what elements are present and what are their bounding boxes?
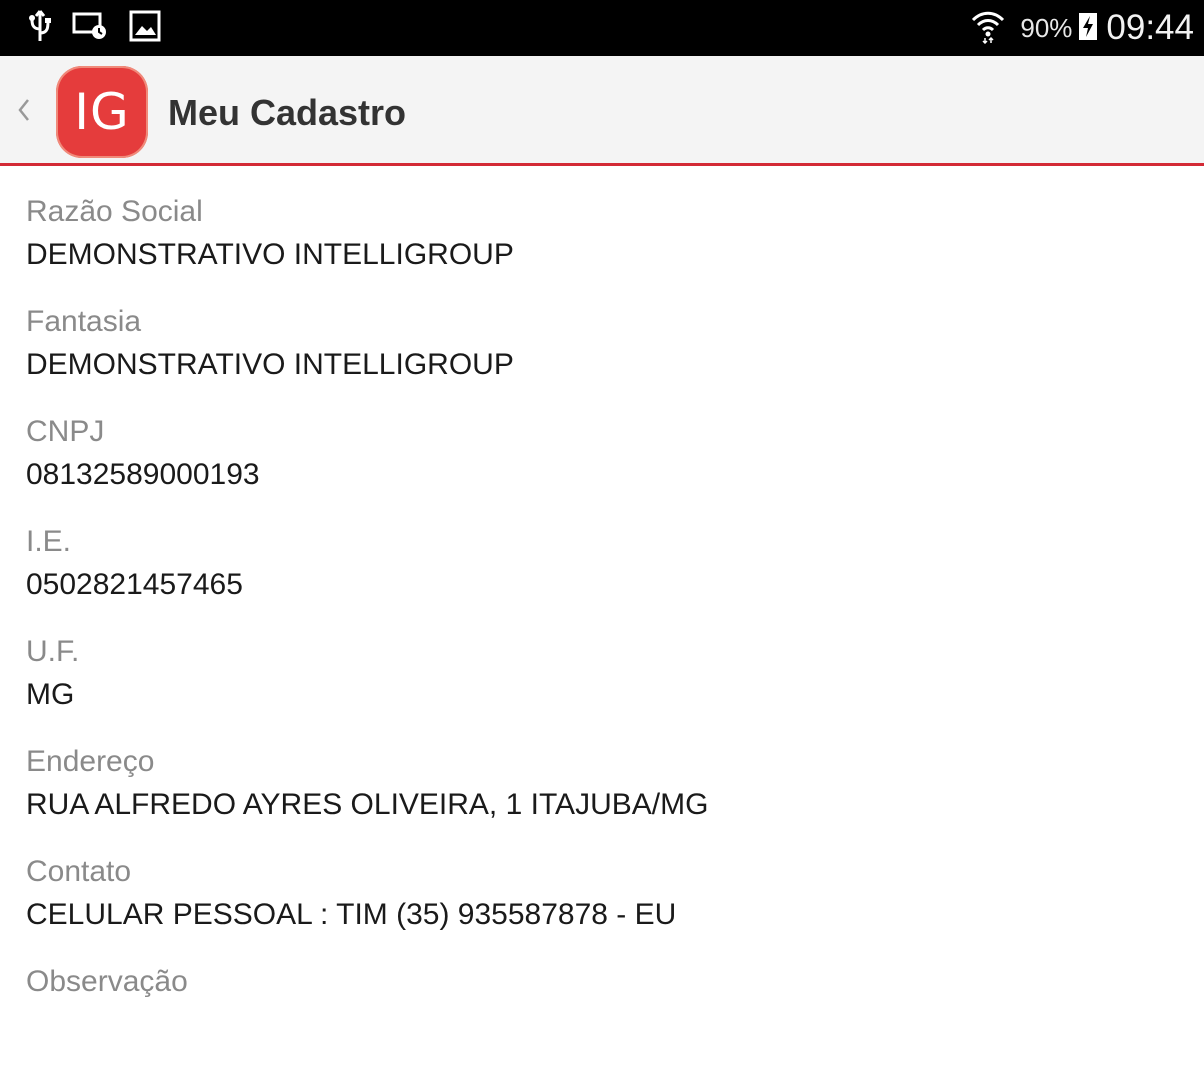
field-value: 08132589000193	[26, 458, 260, 491]
field-uf: U.F. MG	[26, 632, 1186, 742]
field-endereco: Endereço RUA ALFREDO AYRES OLIVEIRA, 1 I…	[26, 742, 1186, 852]
field-label: Fantasia	[26, 305, 142, 338]
status-notification-icons	[28, 9, 162, 48]
field-value: DEMONSTRATIVO INTELLIGROUP	[26, 238, 514, 271]
status-bar: 90% 09:44	[0, 0, 1204, 56]
usb-icon	[28, 9, 52, 48]
field-contato: Contato CELULAR PESSOAL : TIM (35) 93558…	[26, 852, 1186, 962]
wifi-icon	[970, 8, 1006, 49]
action-bar: IG Meu Cadastro	[0, 56, 1204, 166]
field-fantasia: Fantasia DEMONSTRATIVO INTELLIGROUP	[26, 302, 1186, 412]
field-label: Contato	[26, 855, 132, 888]
field-razao-social: Razão Social DEMONSTRATIVO INTELLIGROUP	[26, 192, 1186, 302]
chevron-left-icon[interactable]	[12, 92, 36, 128]
field-label: U.F.	[26, 635, 80, 668]
registration-details: Razão Social DEMONSTRATIVO INTELLIGROUP …	[26, 192, 1186, 1072]
field-label: CNPJ	[26, 415, 105, 448]
image-icon	[128, 9, 162, 48]
battery-charging-icon	[1078, 11, 1098, 46]
clock: 09:44	[1106, 8, 1194, 47]
app-logo-text: IG	[74, 83, 130, 141]
field-label: I.E.	[26, 525, 72, 558]
field-value	[26, 1002, 1186, 1048]
field-cnpj: CNPJ 08132589000193	[26, 412, 1186, 522]
field-label: Endereço	[26, 745, 155, 778]
field-ie: I.E. 0502821457465	[26, 522, 1186, 632]
app-logo[interactable]: IG	[56, 66, 148, 158]
battery-percent: 90%	[1020, 12, 1073, 43]
cast-screen-icon	[72, 11, 108, 46]
action-bar-divider	[0, 163, 1204, 166]
field-observacao: Observação	[26, 962, 1186, 1072]
status-system-icons: 90% 09:44	[970, 6, 1194, 50]
field-value: 0502821457465	[26, 568, 243, 601]
page-title: Meu Cadastro	[168, 92, 407, 133]
field-label: Razão Social	[26, 195, 203, 228]
field-value: DEMONSTRATIVO INTELLIGROUP	[26, 348, 514, 381]
field-value: MG	[26, 678, 75, 711]
field-value: RUA ALFREDO AYRES OLIVEIRA, 1 ITAJUBA/MG	[26, 788, 709, 821]
field-value: CELULAR PESSOAL : TIM (35) 935587878 - E…	[26, 898, 677, 931]
field-label: Observação	[26, 965, 188, 998]
